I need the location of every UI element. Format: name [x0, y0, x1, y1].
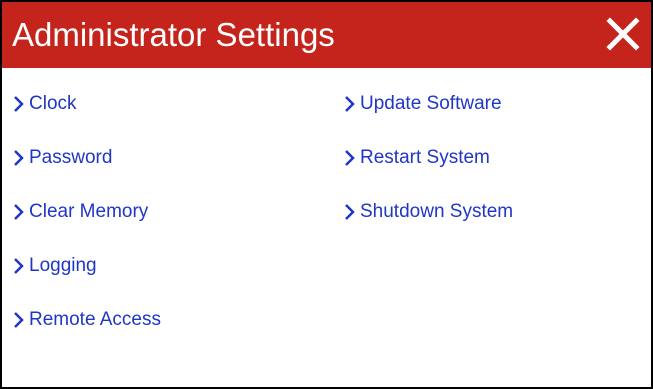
close-button[interactable]: [603, 14, 643, 54]
menu-column-left: Clock Password Clear Memory Logging Remo…: [12, 90, 161, 360]
menu-item-label: Clock: [29, 93, 77, 114]
menu-item-label: Password: [29, 147, 113, 168]
title-bar: Administrator Settings: [2, 2, 651, 68]
chevron-right-icon: [343, 203, 356, 221]
window-title: Administrator Settings: [12, 16, 335, 53]
menu-item-label: Update Software: [360, 93, 502, 114]
menu-item-password[interactable]: Password: [12, 144, 161, 171]
menu-item-clear-memory[interactable]: Clear Memory: [12, 198, 161, 225]
chevron-right-icon: [12, 95, 25, 113]
chevron-right-icon: [343, 95, 356, 113]
menu-item-remote-access[interactable]: Remote Access: [12, 306, 161, 333]
chevron-right-icon: [12, 203, 25, 221]
chevron-right-icon: [12, 257, 25, 275]
admin-settings-window: Administrator Settings Clock Password Cl…: [0, 0, 653, 389]
menu-item-label: Logging: [29, 255, 97, 276]
menu-item-label: Restart System: [360, 147, 490, 168]
chevron-right-icon: [12, 149, 25, 167]
settings-menu: Clock Password Clear Memory Logging Remo…: [2, 68, 651, 387]
menu-item-shutdown-system[interactable]: Shutdown System: [343, 198, 513, 225]
menu-item-restart-system[interactable]: Restart System: [343, 144, 513, 171]
menu-item-clock[interactable]: Clock: [12, 90, 161, 117]
menu-item-label: Shutdown System: [360, 201, 514, 222]
close-icon: [606, 17, 640, 51]
menu-item-logging[interactable]: Logging: [12, 252, 161, 279]
menu-column-right: Update Software Restart System Shutdown …: [343, 90, 513, 252]
menu-item-update-software[interactable]: Update Software: [343, 90, 513, 117]
chevron-right-icon: [343, 149, 356, 167]
menu-item-label: Clear Memory: [29, 201, 149, 222]
chevron-right-icon: [12, 311, 25, 329]
menu-item-label: Remote Access: [29, 309, 161, 330]
